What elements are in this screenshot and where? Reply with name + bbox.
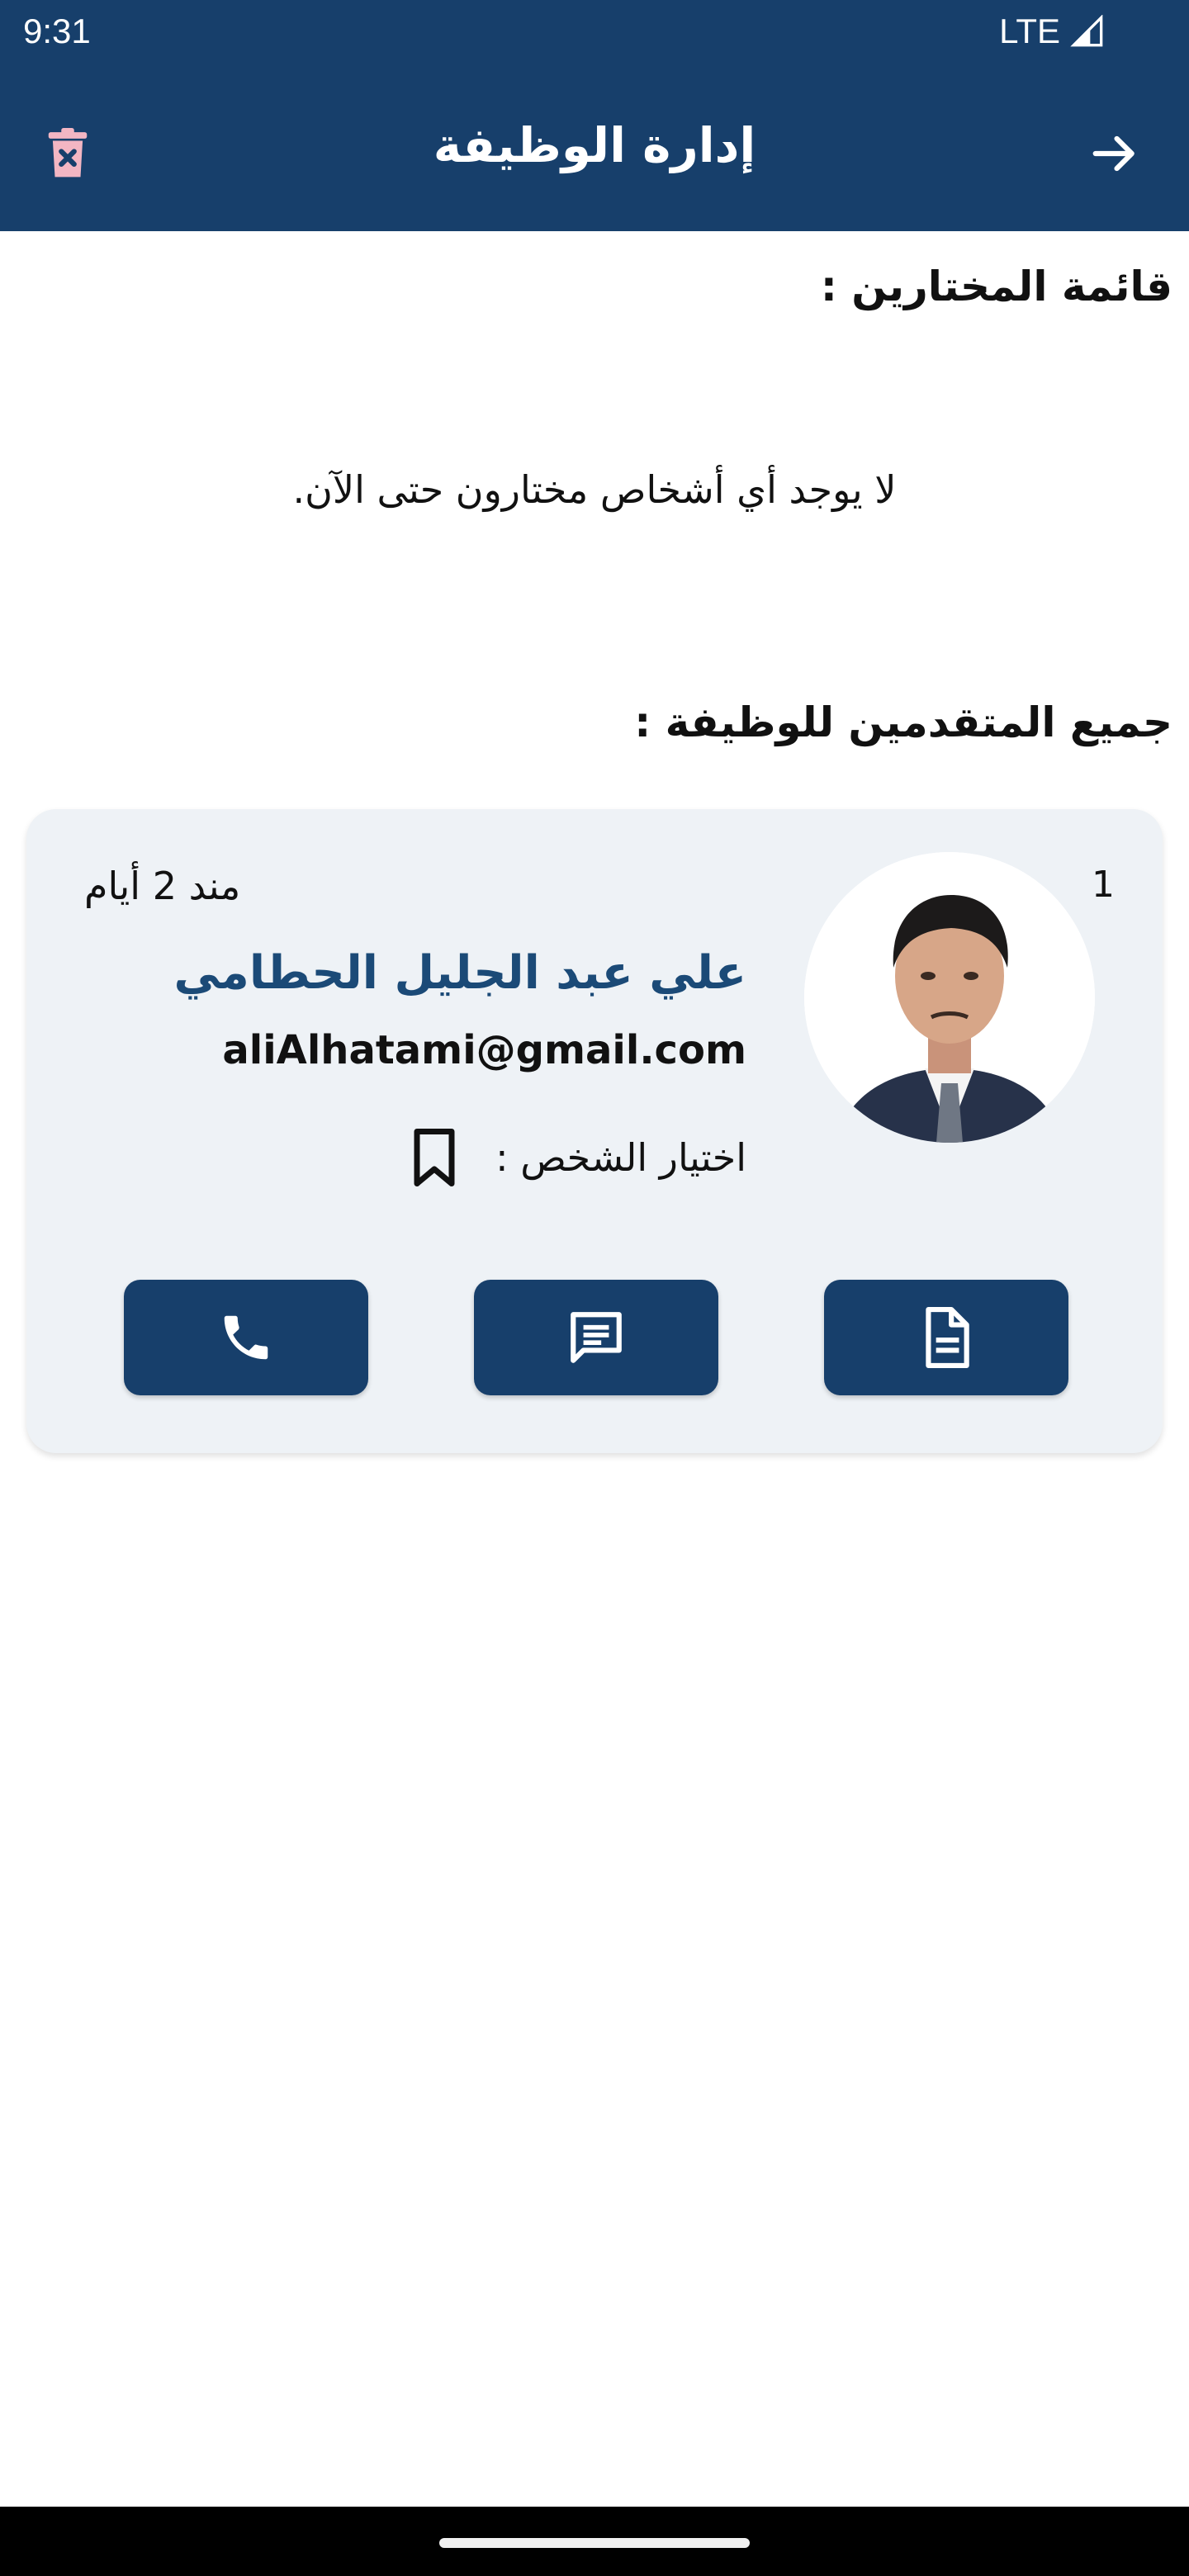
applicant-avatar[interactable]: [804, 852, 1095, 1143]
document-icon: [926, 1307, 969, 1368]
status-bar: 9:31 LTE: [0, 0, 1189, 69]
applicants-section-title: جميع المتقدمين للوظيفة :: [634, 698, 1172, 746]
applicant-email: aliAlhatami@gmail.com: [222, 1027, 746, 1073]
call-button[interactable]: [124, 1280, 368, 1395]
selected-section-title: قائمة المختارين :: [820, 263, 1172, 310]
resume-button[interactable]: [824, 1280, 1068, 1395]
bookmark-icon: [414, 1129, 455, 1186]
status-network: LTE: [999, 12, 1106, 51]
phone-icon: [224, 1315, 268, 1360]
back-button[interactable]: [1080, 119, 1149, 188]
applicant-card[interactable]: 1 مند 2 أيام علي عبد الجليل الحطامي aliA…: [26, 809, 1163, 1453]
applied-date: مند 2 أيام: [84, 864, 241, 908]
arrow-right-icon: [1092, 135, 1135, 172]
avatar-photo: [804, 852, 1095, 1143]
bookmark-toggle[interactable]: [408, 1128, 461, 1187]
system-nav-bar: [0, 2507, 1189, 2576]
status-time: 9:31: [23, 12, 91, 50]
message-icon: [571, 1312, 622, 1363]
network-label: LTE: [999, 12, 1060, 50]
select-person-row: اختيار الشخص :: [408, 1128, 746, 1187]
applicant-rank: 1: [1092, 864, 1115, 906]
empty-selected-message: لا يوجد أي أشخاص مختارون حتى الآن.: [292, 467, 897, 512]
signal-icon: [1070, 15, 1103, 47]
applicant-actions: [124, 1280, 1068, 1395]
applicant-name: علي عبد الجليل الحطامي: [173, 946, 747, 1000]
message-button[interactable]: [474, 1280, 718, 1395]
app-bar: إدارة الوظيفة: [0, 69, 1189, 231]
page-title: إدارة الوظيفة: [433, 117, 756, 173]
select-person-label: اختيار الشخص :: [495, 1135, 746, 1180]
home-handle[interactable]: [439, 2538, 750, 2548]
